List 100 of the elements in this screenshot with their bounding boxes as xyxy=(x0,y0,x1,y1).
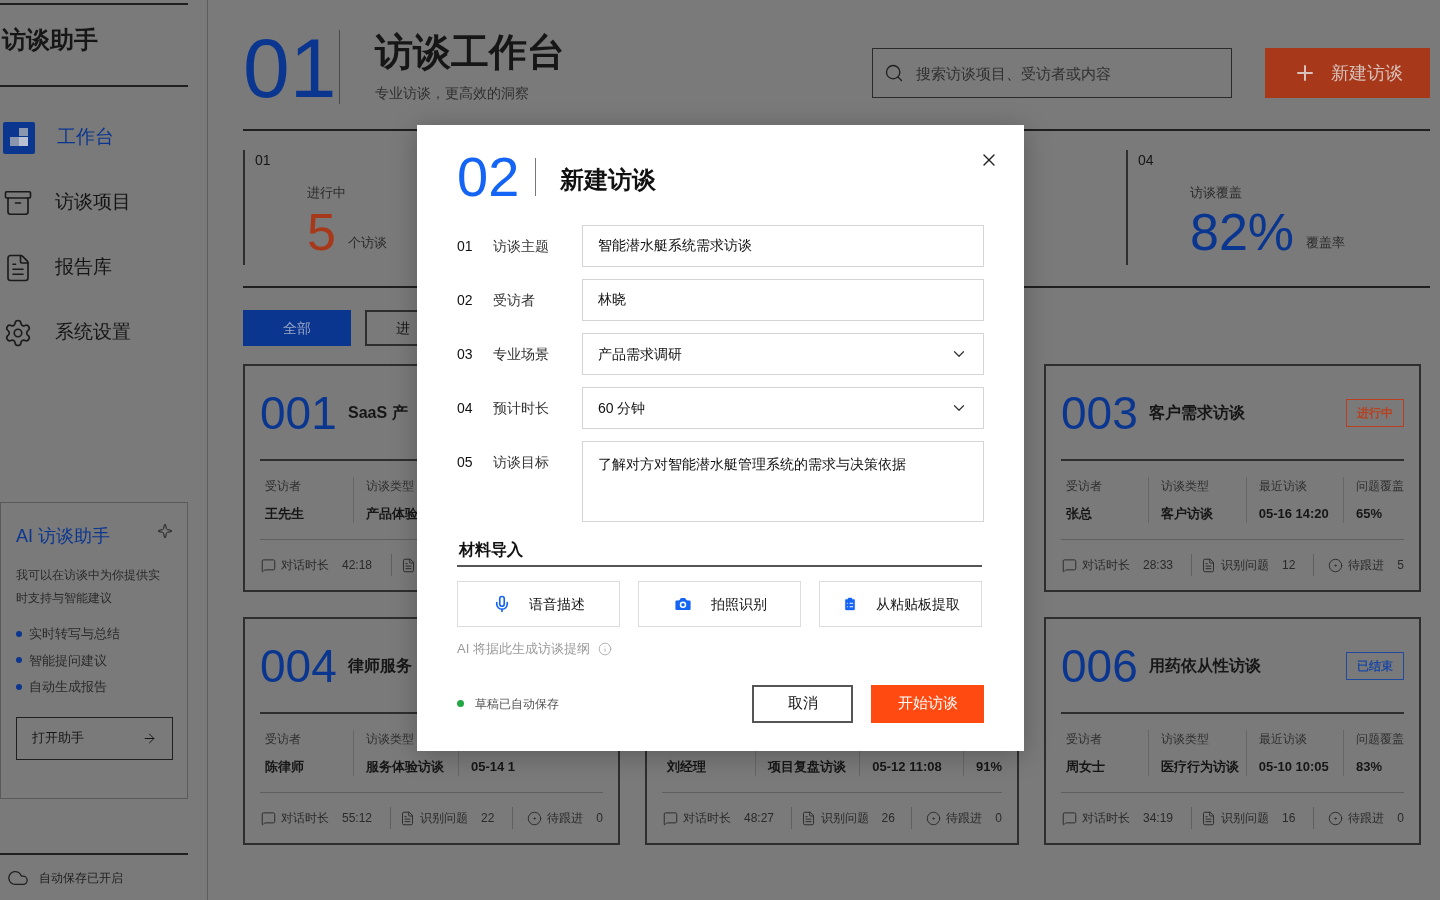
field-index: 02 xyxy=(457,291,474,310)
search-field[interactable]: 搜索访谈项目、受访者或内容 xyxy=(872,48,1232,98)
assistant-description: 我可以在访谈中为你提供实时支持与智能建议 xyxy=(16,567,161,607)
nav-item[interactable]: 报告库 xyxy=(0,235,207,300)
settings-icon xyxy=(3,317,33,348)
filter-tab[interactable]: 全部 xyxy=(243,310,351,346)
target-icon xyxy=(926,810,942,826)
metric-value: 0 xyxy=(1397,810,1404,827)
assistant-title: AI 访谈助手 xyxy=(16,525,110,548)
stat-unit: 覆盖率 xyxy=(1306,234,1346,252)
field-label: 访谈主题 xyxy=(493,237,550,256)
stat-index: 04 xyxy=(1138,151,1155,170)
field-value: 周女士 xyxy=(1066,757,1106,776)
field-label: 最近访谈 xyxy=(1258,730,1308,748)
document-icon xyxy=(400,810,416,826)
stat-value: 82% xyxy=(1190,202,1295,261)
dashboard-icon xyxy=(3,121,35,154)
metric-value: 5 xyxy=(1397,557,1404,574)
chat-icon xyxy=(663,810,678,826)
nav-item[interactable]: 工作台 xyxy=(0,105,207,170)
field-value: 05-12 11:08 xyxy=(872,757,943,776)
page-title: 访谈工作台 xyxy=(375,33,565,71)
open-assistant-button[interactable]: 打开助手 xyxy=(16,716,173,760)
stat-unit: 个访谈 xyxy=(347,234,387,252)
metric-value: 12 xyxy=(1282,557,1296,574)
metric-value: 0 xyxy=(995,810,1002,827)
field-label: 问题覆盖 xyxy=(1356,477,1404,495)
clipboard-icon xyxy=(841,596,858,612)
new-interview-button[interactable]: 新建访谈 xyxy=(1265,48,1430,98)
card-title: 用药依从性访谈 xyxy=(1149,655,1261,676)
target-icon xyxy=(527,810,543,826)
card-title: 律师服务 xyxy=(348,655,412,676)
chat-icon xyxy=(1062,557,1077,573)
section-title: 材料导入 xyxy=(457,541,523,558)
field-label: 专业场景 xyxy=(493,345,550,364)
field-index: 04 xyxy=(457,399,474,418)
field-index: 01 xyxy=(457,237,474,256)
metric-label: 对话时长 xyxy=(1082,810,1130,827)
metric-value: 28:33 xyxy=(1143,557,1174,574)
metric-label: 识别问题 xyxy=(1221,810,1270,827)
interview-card[interactable]: 003 客户需求访谈 进行中 受访者 张总 访谈类型 客户访谈 最近访谈 05-16 14:20 问题覆盖 65% 对话时长 28:33 识别问题 12 待跟进 5 xyxy=(1044,364,1421,592)
text-field[interactable]: 林晓 xyxy=(582,279,984,321)
interview-card[interactable]: 006 用药依从性访谈 已结束 受访者 周女士 访谈类型 医疗行为访谈 最近访谈 05-10 10:05 问题覆盖 83% 对话时长 34:19 识别问题 16 待跟进 0 xyxy=(1044,617,1421,845)
import-button[interactable]: 语音描述 xyxy=(457,581,620,627)
field-value: 91% xyxy=(976,757,1002,776)
field-label: 受访者 xyxy=(1066,730,1103,748)
start-interview-button[interactable]: 开始访谈 xyxy=(871,684,984,723)
metric-value: 48:27 xyxy=(744,810,775,827)
field-value: 陈律师 xyxy=(265,757,305,776)
metric-label: 识别问题 xyxy=(1221,557,1270,574)
field-label: 访谈目标 xyxy=(493,453,550,472)
metric-value: 42:18 xyxy=(342,557,373,574)
metric-label: 待跟进 xyxy=(1348,810,1385,827)
select-field[interactable]: 60 分钟 xyxy=(582,387,984,429)
status-badge: 进行中 xyxy=(1346,398,1404,427)
text-field[interactable]: 智能潜水艇系统需求访谈 xyxy=(582,225,984,267)
nav-item[interactable]: 系统设置 xyxy=(0,300,207,365)
search-icon xyxy=(884,63,904,83)
card-number: 006 xyxy=(1061,642,1139,689)
metric-label: 对话时长 xyxy=(1082,557,1130,574)
import-button[interactable]: 从粘贴板提取 xyxy=(819,581,982,627)
feature-text: 智能提问建议 xyxy=(29,651,107,670)
hint-text: AI 将据此生成访谈提纲 xyxy=(457,640,590,658)
field-value: 产品体验 xyxy=(366,504,419,523)
field-value: 医疗行为访谈 xyxy=(1160,757,1240,776)
field-value: 05-16 14:20 xyxy=(1258,504,1330,523)
stat-index: 01 xyxy=(255,151,272,170)
page-number: 01 xyxy=(243,26,338,110)
chat-icon xyxy=(261,557,276,573)
metric-label: 识别问题 xyxy=(420,810,469,827)
field-index: 03 xyxy=(457,345,474,364)
autosave-status: 自动保存已开启 xyxy=(39,869,123,887)
document-icon xyxy=(401,557,416,573)
field-label: 受访者 xyxy=(265,730,302,748)
field-value: 65% xyxy=(1356,504,1383,523)
dialog-title: 新建访谈 xyxy=(560,165,656,195)
field-label: 受访者 xyxy=(265,477,302,495)
document-icon xyxy=(1201,810,1217,826)
metric-value: 34:19 xyxy=(1143,810,1174,827)
arrow-right-icon xyxy=(142,730,157,746)
import-button[interactable]: 拍照识别 xyxy=(638,581,801,627)
metric-value: 55:12 xyxy=(342,810,373,827)
bullet-icon xyxy=(16,630,22,637)
field-value: 王先生 xyxy=(265,504,305,523)
status-badge: 已结束 xyxy=(1346,651,1404,680)
field-label: 访谈类型 xyxy=(366,477,415,495)
metric-label: 对话时长 xyxy=(683,810,731,827)
cancel-button[interactable]: 取消 xyxy=(752,684,853,723)
goal-textarea[interactable]: 了解对方对智能潜水艇管理系统的需求与决策依据 xyxy=(582,441,984,522)
info-icon xyxy=(597,641,612,656)
card-number: 004 xyxy=(260,642,338,689)
chat-icon xyxy=(261,810,276,826)
metric-value: 0 xyxy=(596,810,603,827)
field-label: 访谈类型 xyxy=(1160,477,1210,495)
target-icon xyxy=(1328,557,1344,573)
metric-value: 22 xyxy=(481,810,495,827)
nav-item[interactable]: 访谈项目 xyxy=(0,170,207,235)
select-field[interactable]: 产品需求调研 xyxy=(582,333,984,375)
metric-label: 待跟进 xyxy=(547,810,584,827)
metric-label: 对话时长 xyxy=(281,557,329,574)
